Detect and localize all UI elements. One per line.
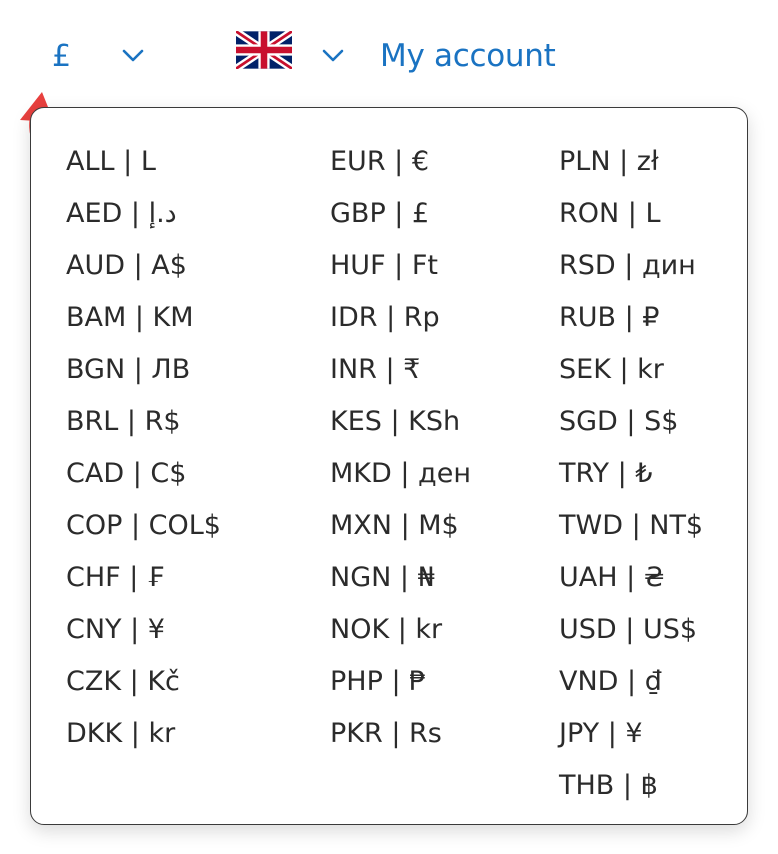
currency-option[interactable]: GBP | £ — [330, 188, 471, 240]
currency-option[interactable]: BGN | ЛВ — [66, 344, 221, 396]
currency-option[interactable]: USD | US$ — [559, 604, 703, 656]
my-account-link[interactable]: My account — [380, 34, 556, 78]
currency-dropdown: ALL | L AED | د.إ AUD | A$ BAM | KM BGN … — [30, 107, 748, 825]
chevron-down-icon[interactable] — [322, 49, 344, 63]
currency-option[interactable]: CHF | ₣ — [66, 552, 221, 604]
currency-option[interactable]: SEK | kr — [559, 344, 703, 396]
currency-option[interactable]: NOK | kr — [330, 604, 471, 656]
currency-option[interactable]: RUB | ₽ — [559, 292, 703, 344]
currency-column: PLN | zł RON | L RSD | дин RUB | ₽ SEK |… — [559, 136, 703, 812]
currency-option[interactable]: AUD | A$ — [66, 240, 221, 292]
currency-option[interactable]: RON | L — [559, 188, 703, 240]
top-bar: £ My account — [0, 0, 778, 108]
currency-option[interactable]: PLN | zł — [559, 136, 703, 188]
currency-option[interactable]: KES | KSh — [330, 396, 471, 448]
currency-column: ALL | L AED | د.إ AUD | A$ BAM | KM BGN … — [66, 136, 221, 760]
currency-option[interactable]: BAM | KM — [66, 292, 221, 344]
currency-option[interactable]: CAD | C$ — [66, 448, 221, 500]
currency-option[interactable]: VND | ₫ — [559, 656, 703, 708]
currency-symbol: £ — [52, 38, 72, 74]
currency-option[interactable]: PKR | Rs — [330, 708, 471, 760]
currency-option[interactable]: MKD | ден — [330, 448, 471, 500]
currency-option[interactable]: BRL | R$ — [66, 396, 221, 448]
currency-option[interactable]: DKK | kr — [66, 708, 221, 760]
uk-flag-icon[interactable] — [233, 28, 295, 72]
currency-option[interactable]: PHP | ₱ — [330, 656, 471, 708]
currency-option[interactable]: IDR | Rp — [330, 292, 471, 344]
currency-option[interactable]: MXN | M$ — [330, 500, 471, 552]
currency-option[interactable]: ALL | L — [66, 136, 221, 188]
currency-selector[interactable]: £ — [52, 34, 71, 78]
currency-option[interactable]: CNY | ¥ — [66, 604, 221, 656]
currency-option[interactable]: TRY | ₺ — [559, 448, 703, 500]
currency-option[interactable]: TWD | NT$ — [559, 500, 703, 552]
currency-option[interactable]: NGN | ₦ — [330, 552, 471, 604]
currency-column: EUR | € GBP | £ HUF | Ft IDR | Rp INR | … — [330, 136, 471, 760]
currency-option[interactable]: COP | COL$ — [66, 500, 221, 552]
currency-option[interactable]: THB | ฿ — [559, 760, 703, 812]
currency-option[interactable]: EUR | € — [330, 136, 471, 188]
currency-option[interactable]: SGD | S$ — [559, 396, 703, 448]
currency-option[interactable]: AED | د.إ — [66, 188, 221, 240]
currency-option[interactable]: CZK | Kč — [66, 656, 221, 708]
currency-option[interactable]: UAH | ₴ — [559, 552, 703, 604]
currency-option[interactable]: HUF | Ft — [330, 240, 471, 292]
currency-option[interactable]: RSD | дин — [559, 240, 703, 292]
currency-option[interactable]: INR | ₹ — [330, 344, 471, 396]
chevron-down-icon[interactable] — [122, 49, 144, 63]
currency-option[interactable]: JPY | ¥ — [559, 708, 703, 760]
